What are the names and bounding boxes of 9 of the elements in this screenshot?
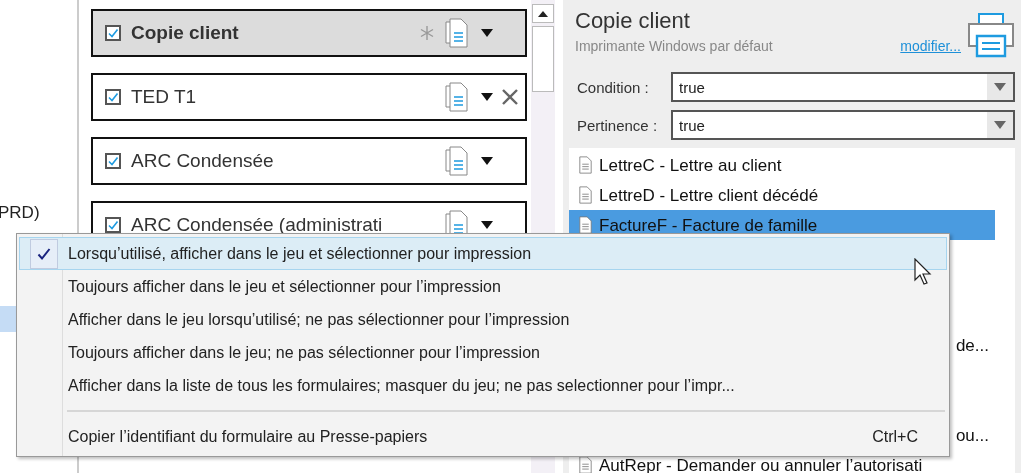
card-title: ARC Condensée (administrati: [131, 214, 383, 236]
card-title: TED T1: [131, 86, 197, 108]
panel-title: Copie client: [575, 8, 691, 34]
card-title: ARC Condensée: [131, 150, 274, 172]
card-title: Copie client: [131, 22, 239, 44]
printer-name: Imprimante Windows par défaut: [575, 38, 773, 54]
field-label: Condition :: [577, 78, 650, 96]
field-label: Pertinence :: [577, 116, 659, 134]
shortcut-text: Ctrl+C: [872, 427, 918, 446]
